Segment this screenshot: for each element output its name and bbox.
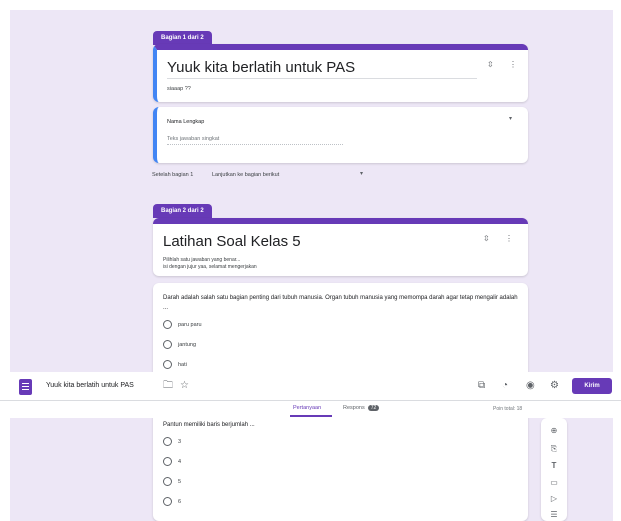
add-title-icon[interactable]: T bbox=[541, 461, 567, 470]
section-1-header-card[interactable]: Yuuk kita berlatih untuk PAS ⇳ ⋮ siaaap … bbox=[153, 44, 528, 102]
add-section-icon[interactable]: ☰ bbox=[541, 510, 567, 519]
option-row[interactable]: paru paru bbox=[163, 320, 202, 329]
send-button[interactable]: Kirim bbox=[572, 378, 612, 394]
chevron-down-icon[interactable]: ▾ bbox=[360, 170, 363, 177]
option-label[interactable]: paru paru bbox=[178, 322, 202, 328]
option-label[interactable]: jantung bbox=[178, 342, 196, 348]
section-2-header-card[interactable]: Latihan Soal Kelas 5 ⇳ ⋮ Pilihlah satu j… bbox=[153, 218, 528, 276]
collapse-icon[interactable]: ⇳ bbox=[483, 234, 490, 243]
more-vert-icon[interactable]: ⋮ bbox=[509, 60, 517, 69]
radio-icon[interactable] bbox=[163, 340, 172, 349]
folder-icon[interactable]: 🗀 bbox=[163, 379, 173, 393]
question-text[interactable]: Pantun memiliki baris berjumlah ... bbox=[163, 420, 255, 430]
responses-count-badge: 72 bbox=[367, 405, 380, 411]
option-label[interactable]: 6 bbox=[178, 499, 181, 505]
palette-icon[interactable]: ◔ bbox=[502, 379, 508, 393]
more-vert-icon[interactable]: ⋮ bbox=[505, 234, 513, 243]
add-question-icon[interactable]: ⊕ bbox=[541, 426, 567, 435]
active-tab-indicator bbox=[290, 415, 332, 417]
form-title[interactable]: Yuuk kita berlatih untuk PAS bbox=[167, 59, 477, 79]
star-icon[interactable]: ☆ bbox=[180, 379, 189, 393]
collapse-icon[interactable]: ⇳ bbox=[487, 60, 494, 69]
question-text[interactable]: Darah adalah salah satu bagian penting d… bbox=[163, 293, 518, 313]
app-top-bar: Yuuk kita berlatih untuk PAS 🗀 ☆ ⧉ ◔ ◉ ⚙… bbox=[0, 373, 621, 401]
section-description-line-1[interactable]: Pilihlah satu jawaban yang benar... bbox=[163, 257, 240, 263]
radio-icon[interactable] bbox=[163, 320, 172, 329]
option-row[interactable]: 4 bbox=[163, 457, 181, 466]
editor-tabs: Pertanyaan Respons 72 Poin total: 18 bbox=[0, 401, 621, 418]
section-1-tab: Bagian 1 dari 2 bbox=[153, 31, 212, 45]
floating-toolbar: ⊕ ⎘ T ▭ ▷ ☰ bbox=[541, 418, 567, 521]
option-row[interactable]: 5 bbox=[163, 477, 181, 486]
form-editor-canvas-lower: Pantun memiliki baris berjumlah ... 3 4 … bbox=[10, 418, 613, 521]
form-editor-canvas: Bagian 1 dari 2 Yuuk kita berlatih untuk… bbox=[10, 10, 613, 372]
radio-icon[interactable] bbox=[163, 497, 172, 506]
question-card-1[interactable]: Darah adalah salah satu bagian penting d… bbox=[153, 283, 528, 372]
add-image-icon[interactable]: ▭ bbox=[541, 478, 567, 487]
question-label[interactable]: Nama Lengkap bbox=[167, 119, 204, 125]
section-title[interactable]: Latihan Soal Kelas 5 bbox=[163, 233, 301, 250]
option-label[interactable]: 3 bbox=[178, 439, 181, 445]
option-label[interactable]: hati bbox=[178, 362, 187, 368]
question-card-nama[interactable]: Nama Lengkap ▾ Teks jawaban singkat bbox=[153, 107, 528, 163]
app-form-title[interactable]: Yuuk kita berlatih untuk PAS bbox=[46, 382, 134, 389]
option-label[interactable]: 4 bbox=[178, 459, 181, 465]
form-description[interactable]: siaaap ?? bbox=[167, 86, 191, 92]
after-section-select[interactable]: Lanjutkan ke bagian berikut bbox=[212, 172, 279, 178]
tab-responses[interactable]: Respons 72 bbox=[343, 405, 380, 411]
import-questions-icon[interactable]: ⎘ bbox=[541, 444, 567, 454]
eye-icon[interactable]: ◉ bbox=[526, 379, 535, 393]
radio-icon[interactable] bbox=[163, 457, 172, 466]
total-points: Poin total: 18 bbox=[493, 406, 523, 412]
puzzle-icon[interactable]: ⧉ bbox=[478, 379, 485, 393]
option-row[interactable]: hati bbox=[163, 360, 187, 369]
question-card-2[interactable]: Pantun memiliki baris berjumlah ... 3 4 … bbox=[153, 418, 528, 521]
tab-responses-label[interactable]: Respons bbox=[343, 405, 365, 411]
forms-icon[interactable] bbox=[19, 379, 32, 395]
option-row[interactable]: jantung bbox=[163, 340, 196, 349]
gear-icon[interactable]: ⚙ bbox=[550, 379, 559, 393]
section-description-line-2[interactable]: isi dengan jujur yaa, selamat mengerjaka… bbox=[163, 264, 257, 270]
option-row[interactable]: 6 bbox=[163, 497, 181, 506]
add-video-icon[interactable]: ▷ bbox=[541, 494, 567, 503]
short-answer-field: Teks jawaban singkat bbox=[167, 136, 343, 145]
tab-questions[interactable]: Pertanyaan bbox=[293, 405, 321, 411]
after-section-label: Setelah bagian 1 bbox=[152, 172, 194, 178]
radio-icon[interactable] bbox=[163, 437, 172, 446]
radio-icon[interactable] bbox=[163, 477, 172, 486]
chevron-down-icon[interactable]: ▾ bbox=[509, 115, 512, 122]
section-2-tab: Bagian 2 dari 2 bbox=[153, 204, 212, 218]
radio-icon[interactable] bbox=[163, 360, 172, 369]
option-label[interactable]: 5 bbox=[178, 479, 181, 485]
option-row[interactable]: 3 bbox=[163, 437, 181, 446]
